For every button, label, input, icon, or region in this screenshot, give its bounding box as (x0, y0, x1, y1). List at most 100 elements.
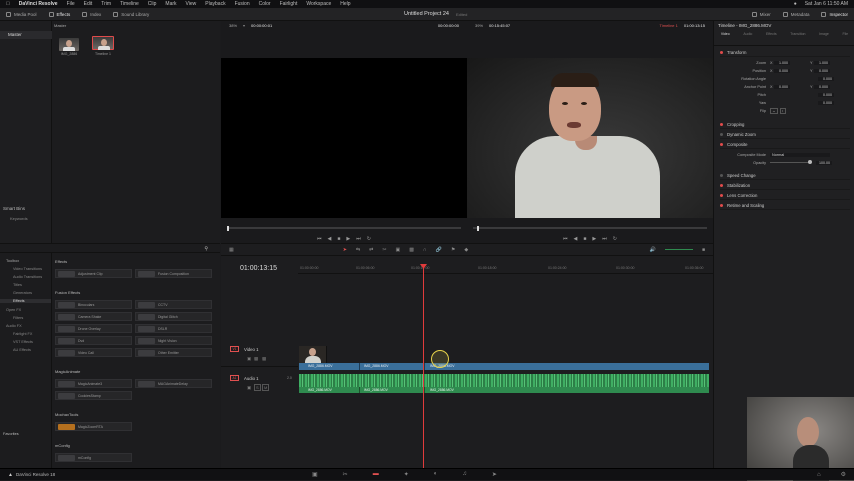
video-lock-icon[interactable]: ▣ (247, 356, 251, 362)
retime-section[interactable]: Retime and Scaling (720, 201, 850, 210)
fx-video-call[interactable]: Video Call (55, 348, 132, 357)
speed-change-toggle-icon[interactable] (720, 173, 723, 177)
audio-track-tag[interactable]: A1 (230, 375, 239, 381)
pitch-field[interactable]: 0.000 (818, 92, 834, 97)
bin-master[interactable]: Master (0, 31, 52, 39)
stabilization-toggle-icon[interactable] (720, 183, 723, 187)
timeline-playhead[interactable] (423, 264, 424, 469)
menu-clip[interactable]: Clip (148, 1, 157, 7)
source-scrubber[interactable] (227, 227, 461, 229)
play-icon[interactable]: ▶ (346, 236, 350, 242)
timeline-screen[interactable] (467, 58, 713, 218)
page-fairlight-icon[interactable]: ♫ (462, 471, 467, 478)
stop-icon[interactable]: ■ (337, 236, 340, 242)
smart-bin-keywords[interactable]: Keywords (10, 216, 28, 221)
tree-effects[interactable]: Effects (0, 299, 51, 303)
audio-mute-button[interactable]: M (262, 384, 270, 391)
cropping-toggle-icon[interactable] (720, 122, 723, 126)
menu-file[interactable]: File (67, 1, 75, 7)
dynamic-trim-icon[interactable]: ⇄ (369, 247, 373, 253)
timeline-name[interactable]: Timeline 1 (660, 23, 678, 28)
timeline-zoom[interactable]: 39% (475, 23, 483, 28)
tree-fairlight-fx[interactable]: Fairlight FX (13, 332, 32, 336)
zoom-x-field[interactable]: 1.000 (774, 60, 790, 65)
source-screen[interactable] (221, 58, 467, 218)
home-icon[interactable]: ⌂ (817, 472, 821, 478)
clip-thumbnail[interactable] (59, 38, 79, 51)
menu-edit[interactable]: Edit (84, 1, 93, 7)
menu-trim[interactable]: Trim (101, 1, 111, 7)
tree-au-effects[interactable]: AU Effects (13, 348, 31, 352)
wifi-icon[interactable]: ● (794, 1, 797, 7)
menu-color[interactable]: Color (259, 1, 271, 7)
source-playhead[interactable] (227, 226, 229, 231)
menu-app-name[interactable]: DaVinci Resolve (19, 1, 58, 7)
page-fusion-icon[interactable]: ✦ (404, 471, 409, 478)
tab-image[interactable]: Image (819, 32, 829, 45)
marker-icon[interactable]: ◆ (464, 247, 468, 253)
tab-audio[interactable]: Audio (743, 32, 752, 45)
menu-clock[interactable]: Sat Jan 6 11:50 AM (805, 1, 848, 7)
timeline-scrubber[interactable] (473, 227, 707, 229)
anchor-y-field[interactable]: 0.000 (814, 84, 830, 89)
tree-vst-effects[interactable]: VST Effects (13, 340, 33, 344)
tree-filters[interactable]: Filters (13, 316, 23, 320)
menu-fusion[interactable]: Fusion (235, 1, 250, 7)
overwrite-icon[interactable]: ▣ (396, 247, 401, 253)
opacity-field[interactable]: 100.00 (816, 160, 832, 165)
smart-bins-header[interactable]: Smart Bins (3, 206, 25, 211)
anchor-x-field[interactable]: 0.000 (774, 84, 790, 89)
fx-fusion-composition[interactable]: Fusion Composition (135, 269, 212, 278)
tab-effects[interactable]: Effects (766, 32, 777, 45)
tree-video-transitions[interactable]: Video Transitions (13, 267, 42, 271)
video-autotrack-icon[interactable]: ▩ (254, 356, 258, 362)
sound-library-button[interactable]: Sound Library (107, 8, 155, 21)
fx-maganimatedelay[interactable]: MAGAnimateDelay (135, 379, 212, 388)
position-x-field[interactable]: 0.000 (774, 68, 790, 73)
mixer-button[interactable]: Mixer (746, 8, 777, 21)
fx-dvd[interactable]: Dvd (55, 336, 132, 345)
tab-video[interactable]: Video (721, 32, 730, 45)
page-color-icon[interactable]: ◐ (434, 471, 438, 478)
tree-open-fx[interactable]: Open FX (6, 308, 21, 312)
menu-workspace[interactable]: Workspace (306, 1, 331, 7)
page-cut-icon[interactable]: ✂ (343, 471, 348, 478)
fx-drone-overlay[interactable]: Drone Overlay (55, 324, 132, 333)
page-deliver-icon[interactable]: ➤ (492, 471, 497, 478)
yaw-field[interactable]: 0.000 (818, 100, 834, 105)
tree-favorites[interactable]: Favorites (3, 432, 19, 436)
menu-playback[interactable]: Playback (205, 1, 225, 7)
fx-night-vision[interactable]: Night Vision (135, 336, 212, 345)
apple-icon[interactable]:  (6, 1, 10, 7)
fx-adjustment-clip[interactable]: Adjustment Clip (55, 269, 132, 278)
stabilization-section[interactable]: Stabilization (720, 181, 850, 190)
tl-skip-fwd-icon[interactable]: ⏭ (602, 236, 607, 242)
effects-button[interactable]: Effects (43, 8, 77, 21)
layout-icon[interactable]: ▦ (229, 247, 234, 253)
media-pool-button[interactable]: Media Pool (0, 8, 43, 21)
audio-lock-icon[interactable]: ▣ (247, 385, 251, 391)
audio-clip-1[interactable]: IMG_2886.MOV (299, 387, 359, 393)
video-clip-2[interactable]: IMG_2886.MOV (359, 363, 423, 370)
tl-reverse-icon[interactable]: ◀ (574, 236, 578, 242)
page-media-icon[interactable]: ▣ (312, 471, 318, 478)
tree-generators[interactable]: Generators (13, 291, 32, 295)
inspector-button[interactable]: Inspector (815, 8, 854, 21)
tl-stop-icon[interactable]: ■ (583, 236, 586, 242)
tl-play-icon[interactable]: ▶ (592, 236, 596, 242)
video-filmstrip[interactable] (299, 346, 709, 363)
select-tool-icon[interactable]: ➤ (343, 247, 347, 253)
flip-horizontal-icon[interactable]: ↔ (770, 107, 778, 114)
audio-waveform[interactable] (299, 374, 709, 387)
tree-titles[interactable]: Titles (13, 283, 22, 287)
link-icon[interactable]: 🔗 (436, 247, 442, 253)
video-clip-3[interactable]: IMG_2886.MOV (424, 363, 709, 370)
fx-dslr[interactable]: DSLR (135, 324, 212, 333)
settings-gear-icon[interactable]: ⚙ (841, 471, 846, 478)
flag-icon[interactable]: ⚑ (451, 247, 455, 253)
menu-fairlight[interactable]: Fairlight (280, 1, 298, 7)
page-edit-icon[interactable]: ▬ (373, 471, 379, 478)
composite-mode-dropdown[interactable]: Normal (770, 152, 830, 157)
replace-icon[interactable]: ▩ (409, 247, 414, 253)
cropping-section[interactable]: Cropping (720, 120, 850, 129)
